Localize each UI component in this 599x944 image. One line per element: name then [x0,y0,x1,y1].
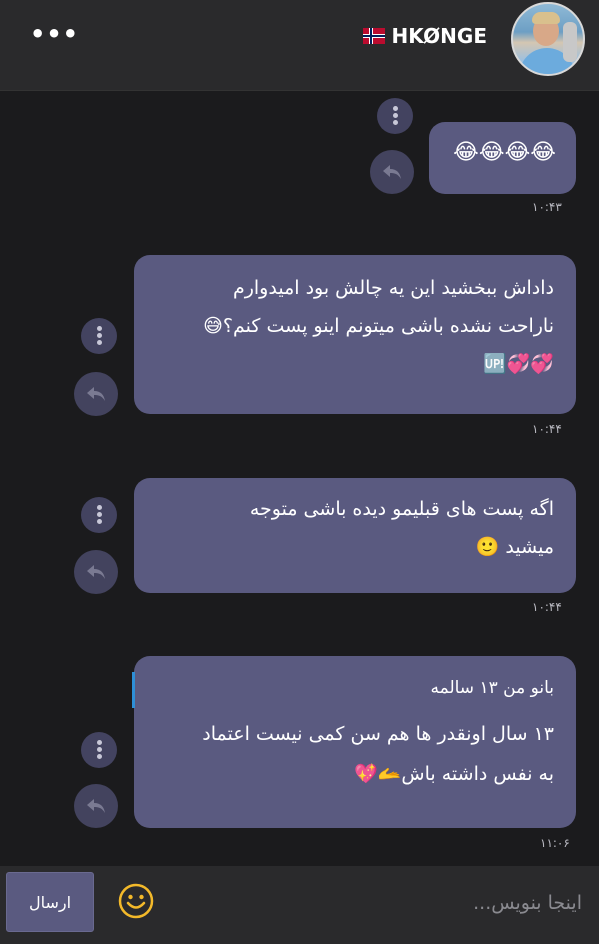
message-text-line: به نفس داشته باش🫴💖 [354,763,554,785]
message-text-line: ناراحت نشده باشی میتونم اینو پست کنم؟😅 [203,315,554,337]
reply-button[interactable] [74,550,118,594]
message-bubble[interactable]: بانو من ۱۳ سالمه ۱۳ سال اونقدر ها هم سن … [134,656,576,828]
quoted-message-text: بانو من ۱۳ سالمه [430,678,555,698]
message-options-button[interactable] [81,497,117,533]
message-bubble[interactable]: اگه پست های قبلیمو دیده باشی متوجه میشید… [134,478,576,593]
message-options-button[interactable] [81,732,117,768]
reply-button[interactable] [370,150,414,194]
reply-icon [87,565,105,579]
message-text-line: ۱۳ سال اونقدر ها هم سن کمی نیست اعتماد [202,723,554,745]
quote-bar [132,672,135,708]
contact-name-text: HKØNGE [391,24,487,48]
message-text-line: 💞💞🆙 [483,353,554,375]
message-bubble[interactable]: 😂😂😂😂 [429,122,576,194]
reply-button[interactable] [74,372,118,416]
message-time: ۱۰:۴۳ [532,200,562,214]
message-options-button[interactable] [81,318,117,354]
message-text-line: اگه پست های قبلیمو دیده باشی متوجه [249,498,554,520]
avatar[interactable] [511,2,585,76]
message-options-button[interactable] [377,98,413,134]
smiley-icon[interactable] [118,883,154,919]
send-button[interactable]: ارسال [6,872,94,932]
reply-icon [383,165,401,179]
message-time: ۱۱:۰۶ [540,836,570,850]
message-input[interactable] [170,872,584,934]
contact-name[interactable]: HKØNGE [363,24,487,48]
message-time: ۱۰:۴۴ [532,422,562,436]
message-bubble[interactable]: داداش ببخشید این یه چالش بود امیدوارم نا… [134,255,576,414]
message-text: 😂😂😂😂 [453,140,556,165]
message-text-line: میشید 🙂 [475,536,554,558]
reply-button[interactable] [74,784,118,828]
message-time: ۱۰:۴۴ [532,600,562,614]
chat-header: ••• HKØNGE [0,0,599,91]
reply-icon [87,387,105,401]
message-text-line: داداش ببخشید این یه چالش بود امیدوارم [232,277,554,299]
message-composer: ارسال [0,866,599,944]
more-options-button[interactable]: ••• [30,22,79,46]
reply-icon [87,799,105,813]
norway-flag-icon [363,28,386,44]
